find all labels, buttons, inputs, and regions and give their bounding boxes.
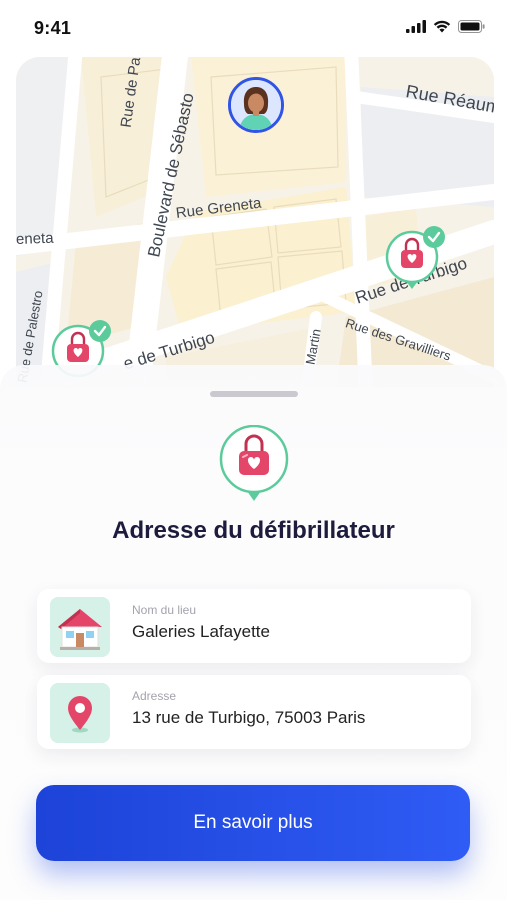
- defibrillator-marker[interactable]: [384, 225, 448, 296]
- user-avatar-icon: [231, 80, 281, 130]
- status-bar: 9:41: [0, 0, 507, 56]
- sheet-title: Adresse du défibrillateur: [112, 517, 395, 544]
- bottom-sheet: Adresse du défibrillateur Nom du lieu Ga…: [0, 365, 507, 900]
- wifi-icon: [433, 20, 451, 33]
- street-label: eneta: [16, 229, 54, 248]
- defibrillator-marker-icon: [218, 424, 290, 506]
- place-label: Nom du lieu: [132, 603, 197, 617]
- battery-icon: [458, 20, 485, 33]
- map-view[interactable]: Rue de Pal Boulevard de Sébasto Rue Réau…: [16, 57, 494, 387]
- status-icons: [406, 20, 485, 33]
- status-time: 9:41: [34, 18, 72, 38]
- sheet-drag-handle[interactable]: [210, 391, 298, 397]
- location-pin-icon: [50, 683, 110, 743]
- check-icon: [89, 320, 111, 342]
- address-value: 13 rue de Turbigo, 75003 Paris: [132, 708, 366, 727]
- learn-more-button[interactable]: En savoir plus: [36, 785, 470, 861]
- building-icon: [50, 597, 110, 657]
- address-card: Adresse 13 rue de Turbigo, 75003 Paris: [37, 675, 471, 749]
- place-value: Galeries Lafayette: [132, 622, 270, 641]
- check-icon: [423, 226, 445, 248]
- signal-icon: [406, 20, 426, 33]
- place-card: Nom du lieu Galeries Lafayette: [37, 589, 471, 663]
- user-avatar[interactable]: [228, 77, 284, 133]
- address-label: Adresse: [132, 689, 177, 703]
